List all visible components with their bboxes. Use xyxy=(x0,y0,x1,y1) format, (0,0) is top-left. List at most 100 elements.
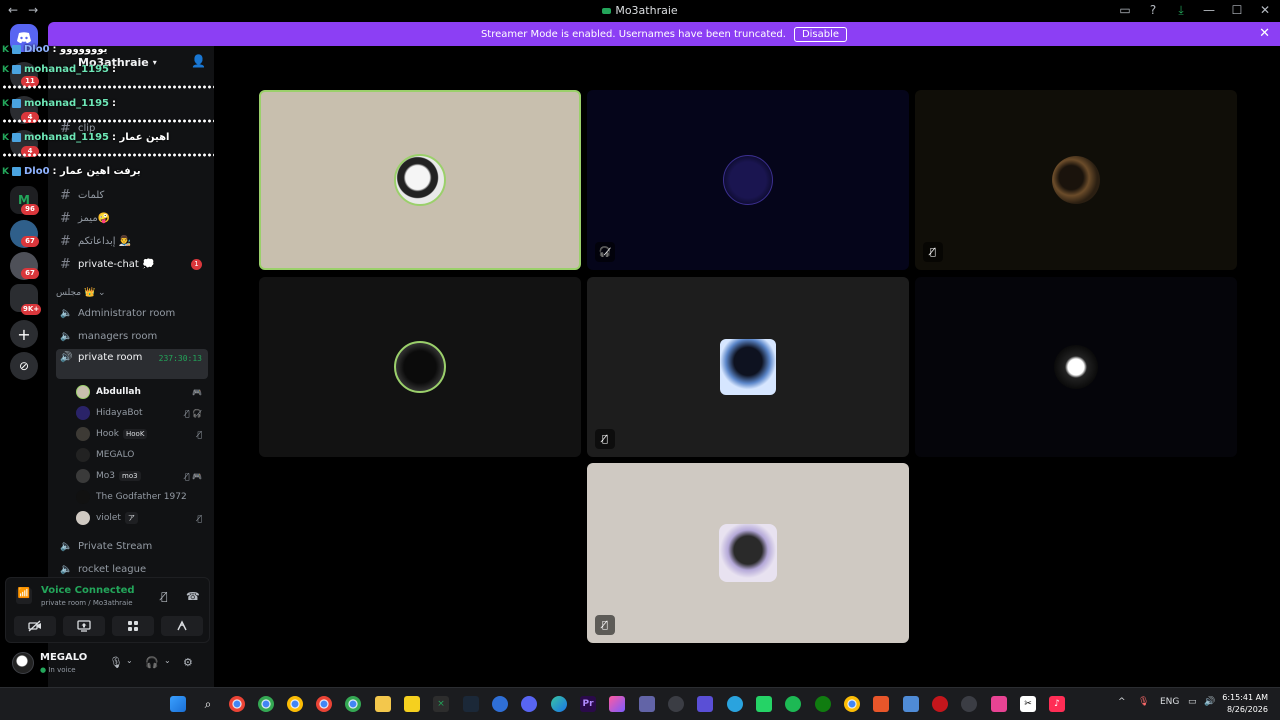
search-icon[interactable]: ⌕ xyxy=(200,696,216,712)
voice-status-subtitle[interactable]: private room / Mo3athraie xyxy=(41,599,133,607)
explore-servers-icon[interactable]: ⊘ xyxy=(10,352,38,380)
app-icon[interactable] xyxy=(668,696,684,712)
channel-creations[interactable]: # إبداعاتكم 👨‍🎨 xyxy=(56,231,208,251)
avatar xyxy=(723,155,773,205)
language-indicator[interactable]: ENG xyxy=(1160,697,1179,707)
chrome-icon[interactable] xyxy=(229,696,245,712)
download-icon[interactable]: ⤓ xyxy=(1174,3,1188,18)
participant-tile[interactable]: 🎙̸ xyxy=(587,463,909,643)
inbox-icon[interactable]: ▭ xyxy=(1118,3,1132,18)
spotify-icon[interactable] xyxy=(785,696,801,712)
screen-share-button[interactable] xyxy=(63,616,105,636)
participant-tile[interactable]: 🎙̸ xyxy=(587,277,909,457)
discord-home-icon[interactable] xyxy=(10,24,38,52)
noise-suppression-icon[interactable]: 〰̸ xyxy=(161,590,168,603)
chevron-down-icon: ▾ xyxy=(152,57,157,67)
capcut-icon[interactable]: ✂ xyxy=(1020,696,1036,712)
voice-status-title[interactable]: Voice Connected xyxy=(41,585,135,596)
app-icon[interactable] xyxy=(961,696,977,712)
app-icon[interactable] xyxy=(697,696,713,712)
chrome-icon[interactable] xyxy=(316,696,332,712)
participant-tile[interactable]: 🎧̸ xyxy=(587,90,909,270)
voice-channel-managers[interactable]: 🔈 managers room xyxy=(56,326,208,346)
voice-member[interactable]: HidayaBot 🎙̸ 🎧̸ xyxy=(76,404,206,422)
terminal-icon[interactable]: × xyxy=(433,696,449,712)
app-icon[interactable] xyxy=(492,696,508,712)
soundboard-button[interactable] xyxy=(161,616,203,636)
participant-tile[interactable] xyxy=(259,277,581,457)
system-clock[interactable]: 6:15:41 AM 8/26/2026 xyxy=(1222,692,1268,716)
camera-off-button[interactable] xyxy=(14,616,56,636)
notification-badge: 11 xyxy=(21,76,39,87)
avatar xyxy=(1054,345,1098,389)
app-icon[interactable] xyxy=(609,696,625,712)
voice-member[interactable]: violet ア 🎙̸ xyxy=(76,509,206,527)
app-icon[interactable] xyxy=(991,696,1007,712)
participant-tile[interactable] xyxy=(915,277,1237,457)
disconnect-icon[interactable]: ☎ xyxy=(186,590,200,603)
chrome-icon[interactable] xyxy=(844,696,860,712)
close-window-button[interactable]: ✕ xyxy=(1258,3,1272,18)
headphones-icon[interactable]: 🎧 xyxy=(145,656,159,669)
voice-member[interactable]: Mo3 mo3 🎙̸ 🎮 xyxy=(76,467,206,485)
close-icon[interactable]: ✕ xyxy=(1259,26,1270,41)
channel-memes[interactable]: # ميمز🤪 xyxy=(56,208,208,228)
chevron-down-icon[interactable]: ⌄ xyxy=(164,656,171,665)
voice-channel-private-stream[interactable]: 🔈 Private Stream xyxy=(56,536,208,556)
tray-overflow-icon[interactable]: ^ xyxy=(1118,697,1126,707)
voice-member[interactable]: Hook HooK 🎙̸ xyxy=(76,425,206,443)
channel-words[interactable]: # كلمات xyxy=(56,185,208,205)
disable-streamer-mode-button[interactable]: Disable xyxy=(793,26,848,42)
streamer-mode-banner: Streamer Mode is enabled. Usernames have… xyxy=(48,22,1280,46)
app-icon[interactable] xyxy=(932,696,948,712)
settings-gear-icon[interactable]: ⚙ xyxy=(183,656,193,669)
voice-stage: 🎧̸ 🎙̸ 🎙̸ 🎙̸ xyxy=(214,46,1280,687)
voice-category-header[interactable]: مجلس 👑 ⌄ xyxy=(56,288,106,298)
avatar[interactable] xyxy=(12,652,34,674)
activities-button[interactable] xyxy=(112,616,154,636)
channel-private-chat[interactable]: # private-chat 💭 1 xyxy=(56,254,208,274)
edge-icon[interactable] xyxy=(551,696,567,712)
voice-channel-private-room[interactable]: 🔊 private room 237:30:13 xyxy=(56,349,208,379)
server-header[interactable]: Mo3athraie ▾ 👤 xyxy=(48,46,214,78)
avatar xyxy=(76,490,90,504)
add-server-icon[interactable]: + xyxy=(10,320,38,348)
app-icon[interactable] xyxy=(873,696,889,712)
app-icon[interactable] xyxy=(903,696,919,712)
microphone-tray-icon[interactable]: 🎙 xyxy=(1138,697,1149,707)
minimize-button[interactable]: — xyxy=(1202,3,1216,18)
avatar xyxy=(394,341,446,393)
teams-icon[interactable] xyxy=(639,696,655,712)
username[interactable]: MEGALO xyxy=(40,652,87,663)
signal-icon[interactable]: 📶 xyxy=(16,588,32,604)
steam-icon[interactable] xyxy=(463,696,479,712)
app-icon[interactable] xyxy=(404,696,420,712)
voice-channel-rocket-league[interactable]: 🔈 rocket league xyxy=(56,559,208,579)
maximize-button[interactable]: ☐ xyxy=(1230,3,1244,18)
premiere-icon[interactable]: Pr xyxy=(580,696,596,712)
voice-channel-administrator[interactable]: 🔈 Administrator room xyxy=(56,303,208,323)
participant-tile[interactable]: 🎙̸ xyxy=(915,90,1237,270)
microphone-icon[interactable]: 🎙 xyxy=(109,656,123,669)
channel-clip[interactable]: # clip xyxy=(56,118,208,138)
chrome-icon[interactable] xyxy=(287,696,303,712)
chrome-active-icon[interactable] xyxy=(345,696,361,712)
whatsapp-icon[interactable] xyxy=(756,696,772,712)
file-explorer-icon[interactable] xyxy=(375,696,391,712)
chrome-icon[interactable] xyxy=(258,696,274,712)
add-user-icon[interactable]: 👤 xyxy=(191,54,206,68)
tiktok-icon[interactable]: ♪ xyxy=(1049,696,1065,712)
voice-member[interactable]: The Godfather 1972 xyxy=(76,488,206,506)
chevron-down-icon[interactable]: ⌄ xyxy=(126,656,133,665)
volume-icon[interactable]: 🔊 xyxy=(1204,697,1215,707)
network-icon[interactable]: ▭ xyxy=(1188,697,1197,707)
start-menu-icon[interactable] xyxy=(170,696,186,712)
help-icon[interactable]: ? xyxy=(1146,3,1160,18)
voice-member[interactable]: MEGALO xyxy=(76,446,206,464)
xbox-icon[interactable] xyxy=(815,696,831,712)
telegram-icon[interactable] xyxy=(727,696,743,712)
window-title: Mo3athraie xyxy=(0,4,1280,17)
voice-member[interactable]: Abdullah 🎮 xyxy=(76,383,206,401)
discord-icon[interactable] xyxy=(521,696,537,712)
participant-tile-speaking[interactable] xyxy=(259,90,581,270)
